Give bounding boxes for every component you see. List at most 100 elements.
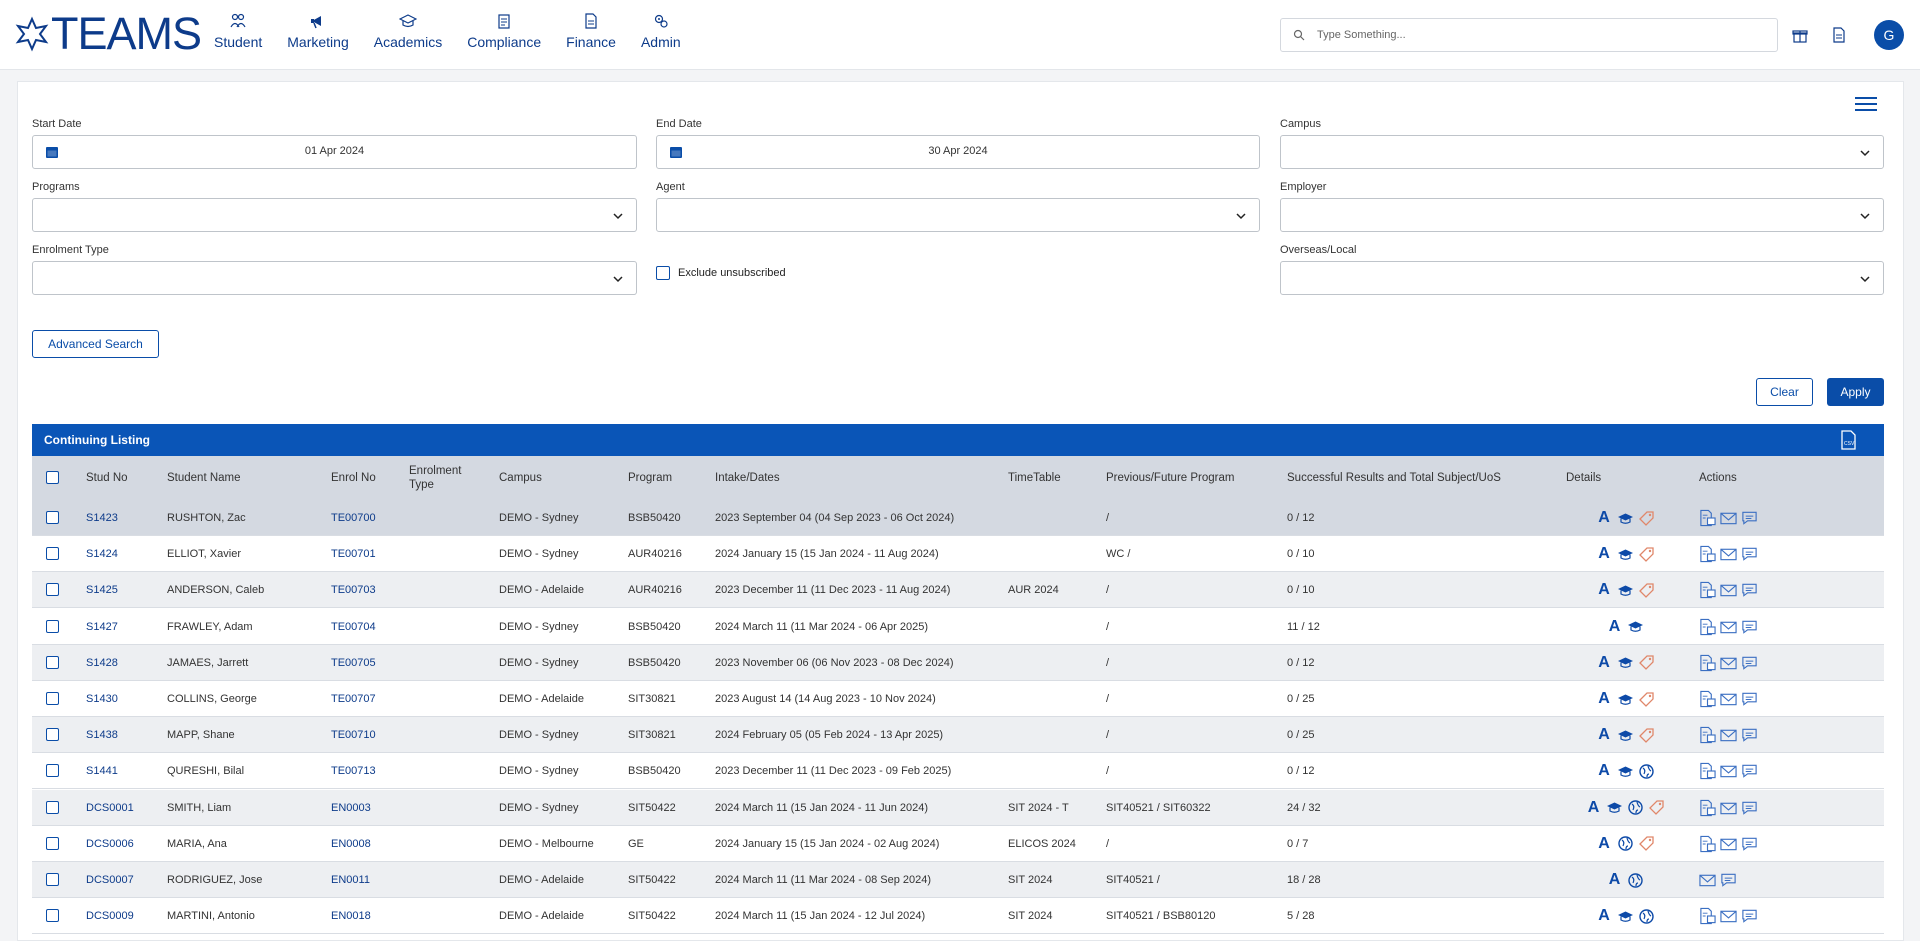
exclude-unsubscribed-row[interactable]: Exclude unsubscribed: [656, 266, 786, 280]
gift-button[interactable]: [1789, 24, 1811, 46]
table-row[interactable]: DCS0006 MARIA, Ana EN0008 DEMO - Melbourne G…: [32, 826, 1884, 862]
document-transfer-icon[interactable]: [1699, 690, 1716, 708]
table-row[interactable]: S1427 FRAWLEY, Adam TE00704 DEMO - Sydney BS…: [32, 609, 1884, 645]
mail-icon[interactable]: [1720, 691, 1737, 708]
stud-no-link[interactable]: S1441: [86, 753, 118, 789]
document-transfer-icon[interactable]: [1699, 727, 1716, 744]
start-date-field[interactable]: 01 Apr 2024: [32, 135, 637, 169]
graduation-cap-icon[interactable]: [1617, 763, 1634, 780]
graduation-cap-icon[interactable]: [1617, 582, 1634, 599]
row-checkbox[interactable]: [46, 873, 59, 886]
col-timetable[interactable]: TimeTable: [1008, 456, 1061, 500]
table-row[interactable]: S1438 MAPP, Shane TE00710 DEMO - Sydney SIT3…: [32, 717, 1884, 754]
academic-a-icon[interactable]: A: [1596, 690, 1613, 708]
end-date-field[interactable]: 30 Apr 2024: [656, 135, 1260, 169]
academic-a-icon[interactable]: A: [1596, 762, 1613, 780]
document-transfer-icon[interactable]: [1699, 546, 1716, 563]
graduation-cap-icon[interactable]: [1617, 654, 1634, 671]
mail-icon[interactable]: [1720, 654, 1737, 671]
enrol-no-link[interactable]: TE00704: [331, 609, 376, 645]
search-input[interactable]: [1317, 29, 1757, 41]
table-row[interactable]: S1423 RUSHTON, Zac TE00700 DEMO - Sydney BSB…: [32, 500, 1884, 536]
globe-icon[interactable]: [1617, 835, 1634, 852]
employer-select[interactable]: [1280, 198, 1884, 232]
stud-no-link[interactable]: S1428: [86, 645, 118, 681]
enrol-no-link[interactable]: TE00707: [331, 681, 376, 717]
mail-icon[interactable]: [1720, 546, 1737, 563]
row-checkbox[interactable]: [46, 583, 59, 597]
price-tag-icon[interactable]: [1648, 799, 1665, 816]
price-tag-icon[interactable]: [1638, 654, 1655, 671]
graduation-cap-icon[interactable]: [1617, 691, 1634, 708]
teams-logo[interactable]: TEAMS: [14, 11, 202, 56]
enrolment-type-select[interactable]: [32, 261, 637, 295]
chat-icon[interactable]: [1741, 618, 1758, 635]
academic-a-icon[interactable]: A: [1596, 581, 1613, 599]
programs-select[interactable]: [32, 198, 637, 232]
apply-button[interactable]: Apply: [1827, 378, 1884, 406]
enrol-no-link[interactable]: EN0008: [331, 826, 371, 862]
stud-no-link[interactable]: S1427: [86, 609, 118, 645]
chat-icon[interactable]: [1741, 510, 1758, 527]
user-avatar[interactable]: G: [1874, 20, 1904, 50]
overseas-local-select[interactable]: [1280, 261, 1884, 295]
table-row[interactable]: S1428 JAMAES, Jarrett TE00705 DEMO - Sydney…: [32, 644, 1884, 681]
col-results[interactable]: Successful Results and Total Subject/UoS: [1287, 456, 1501, 500]
table-row[interactable]: S1425 ANDERSON, Caleb TE00703 DEMO - Adelai…: [32, 572, 1884, 609]
chat-icon[interactable]: [1741, 727, 1758, 744]
chat-icon[interactable]: [1741, 799, 1758, 816]
enrol-no-link[interactable]: TE00700: [331, 500, 376, 536]
csv-export-icon[interactable]: CSV: [1840, 430, 1856, 450]
row-checkbox[interactable]: [46, 692, 59, 705]
mail-icon[interactable]: [1720, 727, 1737, 744]
enrol-no-link[interactable]: TE00701: [331, 536, 376, 572]
col-student-name[interactable]: Student Name: [167, 456, 241, 500]
enrol-no-link[interactable]: TE00713: [331, 753, 376, 789]
nav-marketing[interactable]: Marketing: [287, 12, 349, 50]
document-transfer-icon[interactable]: [1699, 509, 1716, 527]
mail-icon[interactable]: [1720, 582, 1737, 599]
mail-icon[interactable]: [1720, 908, 1737, 925]
document-transfer-icon[interactable]: [1699, 835, 1716, 852]
row-checkbox[interactable]: [46, 728, 59, 742]
row-checkbox[interactable]: [46, 511, 59, 524]
mail-icon[interactable]: [1720, 510, 1737, 527]
globe-icon[interactable]: [1638, 908, 1655, 925]
mail-icon[interactable]: [1699, 872, 1716, 889]
chat-icon[interactable]: [1720, 872, 1737, 889]
col-enrolment-type[interactable]: Enrolment Type: [409, 456, 461, 500]
nav-academics[interactable]: Academics: [374, 12, 442, 50]
price-tag-icon[interactable]: [1638, 546, 1655, 563]
col-prev-future-program[interactable]: Previous/Future Program: [1106, 456, 1234, 500]
stud-no-link[interactable]: DCS0009: [86, 898, 134, 934]
stud-no-link[interactable]: S1424: [86, 536, 118, 572]
nav-student[interactable]: Student: [214, 12, 262, 50]
price-tag-icon[interactable]: [1638, 582, 1655, 599]
document-transfer-icon[interactable]: [1699, 618, 1716, 635]
row-checkbox[interactable]: [46, 547, 59, 561]
price-tag-icon[interactable]: [1638, 727, 1655, 744]
stud-no-link[interactable]: S1438: [86, 717, 118, 753]
table-row[interactable]: S1424 ELLIOT, Xavier TE00701 DEMO - Sydney A…: [32, 536, 1884, 573]
academic-a-icon[interactable]: A: [1606, 871, 1623, 889]
mail-icon[interactable]: [1720, 763, 1737, 780]
academic-a-icon[interactable]: A: [1596, 654, 1613, 671]
mail-icon[interactable]: [1720, 835, 1737, 852]
academic-a-icon[interactable]: A: [1596, 509, 1613, 527]
academic-a-icon[interactable]: A: [1596, 726, 1613, 744]
academic-a-icon[interactable]: A: [1596, 907, 1613, 925]
col-intake-dates[interactable]: Intake/Dates: [715, 456, 780, 500]
graduation-cap-icon[interactable]: [1606, 799, 1623, 816]
document-transfer-icon[interactable]: [1699, 908, 1716, 925]
price-tag-icon[interactable]: [1638, 510, 1655, 527]
table-row[interactable]: DCS0001 SMITH, Liam EN0003 DEMO - Sydney SIT…: [32, 789, 1884, 826]
nav-finance[interactable]: Finance: [566, 12, 616, 50]
campus-select[interactable]: [1280, 135, 1884, 169]
globe-icon[interactable]: [1627, 799, 1644, 816]
row-checkbox[interactable]: [46, 836, 59, 850]
stud-no-link[interactable]: S1430: [86, 681, 118, 717]
row-checkbox[interactable]: [46, 800, 59, 814]
chat-icon[interactable]: [1741, 835, 1758, 852]
graduation-cap-icon[interactable]: [1617, 908, 1634, 925]
table-row[interactable]: S1441 QURESHI, Bilal TE00713 DEMO - Sydney B…: [32, 753, 1884, 790]
